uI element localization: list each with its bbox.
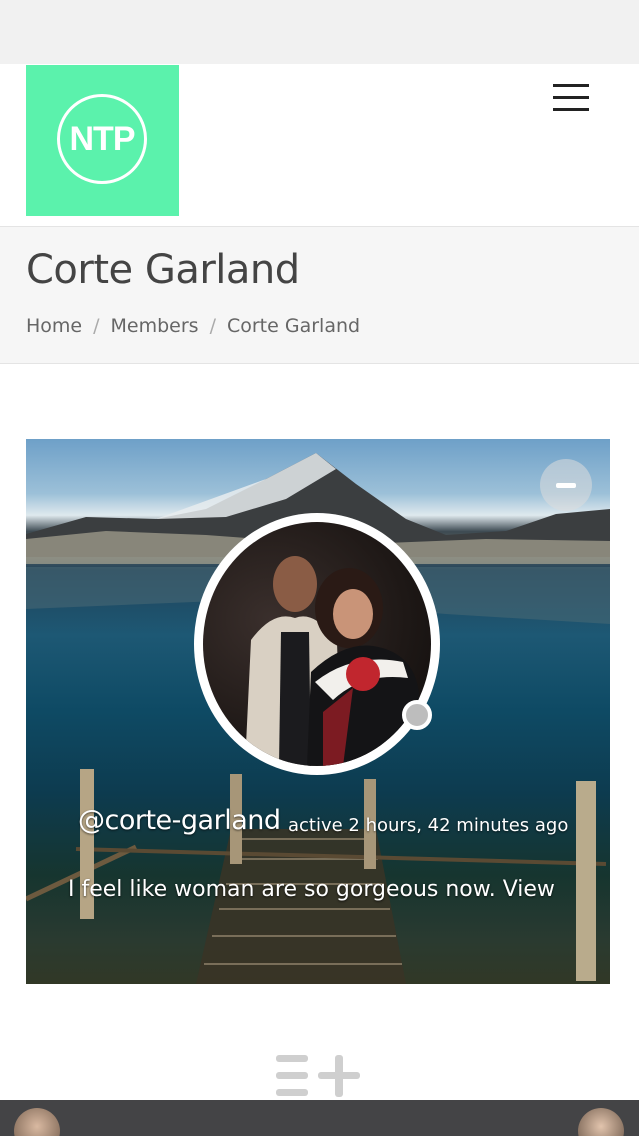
bottom-nav-bar [0, 1100, 639, 1136]
avatar[interactable] [203, 522, 431, 766]
avatar-frame [194, 513, 440, 775]
breadcrumb-separator: / [93, 315, 100, 337]
breadcrumb-home[interactable]: Home [26, 315, 82, 337]
breadcrumb-members[interactable]: Members [111, 315, 199, 337]
view-status-link[interactable]: View [503, 877, 555, 902]
logo-text: NTP [57, 94, 147, 184]
next-member-avatar[interactable] [578, 1108, 624, 1136]
top-strip [0, 0, 639, 65]
hamburger-menu-icon[interactable] [548, 78, 594, 118]
breadcrumb-current: Corte Garland [226, 315, 361, 337]
page-title-section: Corte Garland Home / Members / Corte Garland [0, 227, 639, 364]
profile-cover: @corte-garland active 2 hours, 42 minute… [26, 439, 610, 984]
last-active-text: active 2 hours, 42 minutes ago [288, 815, 569, 836]
previous-member-avatar[interactable] [14, 1108, 60, 1136]
site-header: NTP [0, 64, 639, 227]
latest-status: I feel like woman are so gorgeous now. V… [68, 877, 555, 902]
status-text: I feel like woman are so gorgeous now. [68, 877, 496, 902]
avatar-photo [245, 556, 423, 766]
profile-username[interactable]: @corte-garland [78, 805, 281, 836]
site-logo[interactable]: NTP [26, 65, 179, 216]
breadcrumb-separator: / [209, 315, 216, 337]
list-add-icon[interactable] [276, 1053, 360, 1099]
collapse-cover-button[interactable] [540, 459, 592, 511]
page-title: Corte Garland [26, 247, 300, 293]
online-status-indicator [402, 700, 432, 730]
breadcrumb: Home / Members / Corte Garland [26, 315, 360, 337]
